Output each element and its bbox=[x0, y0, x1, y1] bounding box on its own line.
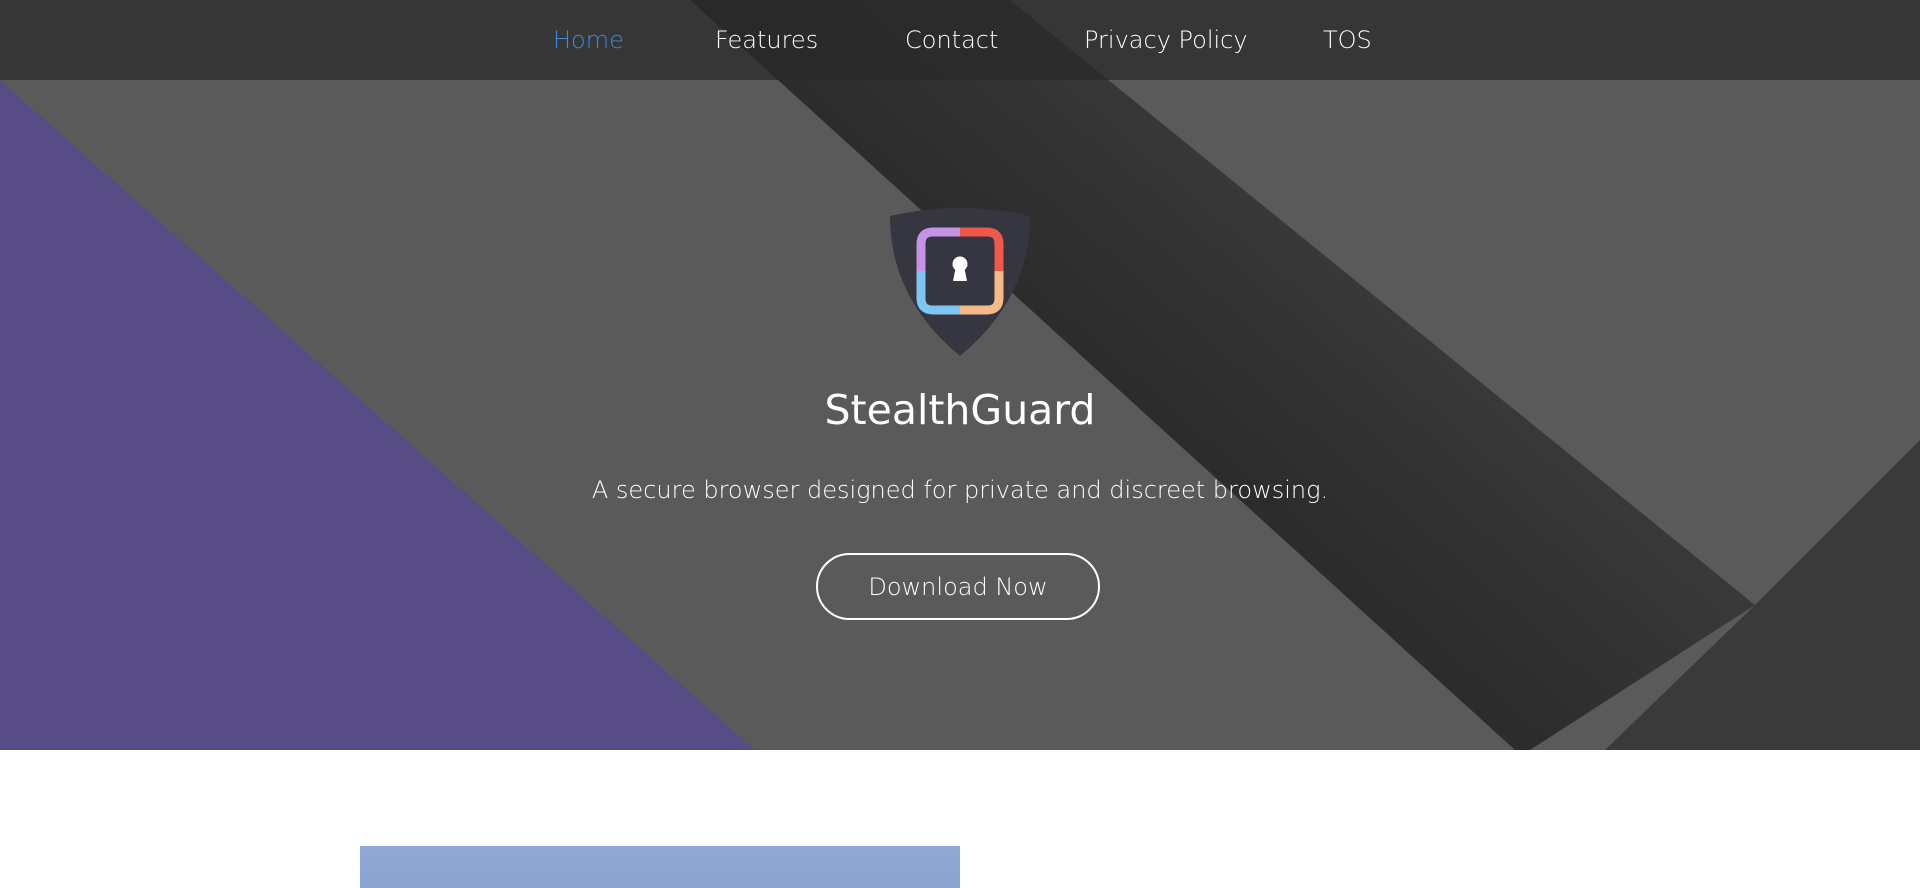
download-now-button[interactable]: Download Now bbox=[816, 553, 1100, 620]
hero-section bbox=[0, 0, 1920, 750]
nav-features[interactable]: Features bbox=[715, 22, 818, 58]
hero-subtitle: A secure browser designed for private an… bbox=[591, 476, 1329, 504]
nav-tos[interactable]: TOS bbox=[1323, 22, 1372, 58]
top-navigation: Home Features Contact Privacy Policy TOS bbox=[0, 0, 1920, 80]
nav-privacy-policy[interactable]: Privacy Policy bbox=[1084, 22, 1248, 58]
nav-home[interactable]: Home bbox=[553, 22, 624, 58]
shield-keyhole-icon bbox=[887, 208, 1033, 358]
hero-title: StealthGuard bbox=[824, 386, 1096, 434]
nav-contact[interactable]: Contact bbox=[905, 22, 998, 58]
preview-image bbox=[360, 846, 960, 888]
hero-background bbox=[0, 0, 1920, 750]
